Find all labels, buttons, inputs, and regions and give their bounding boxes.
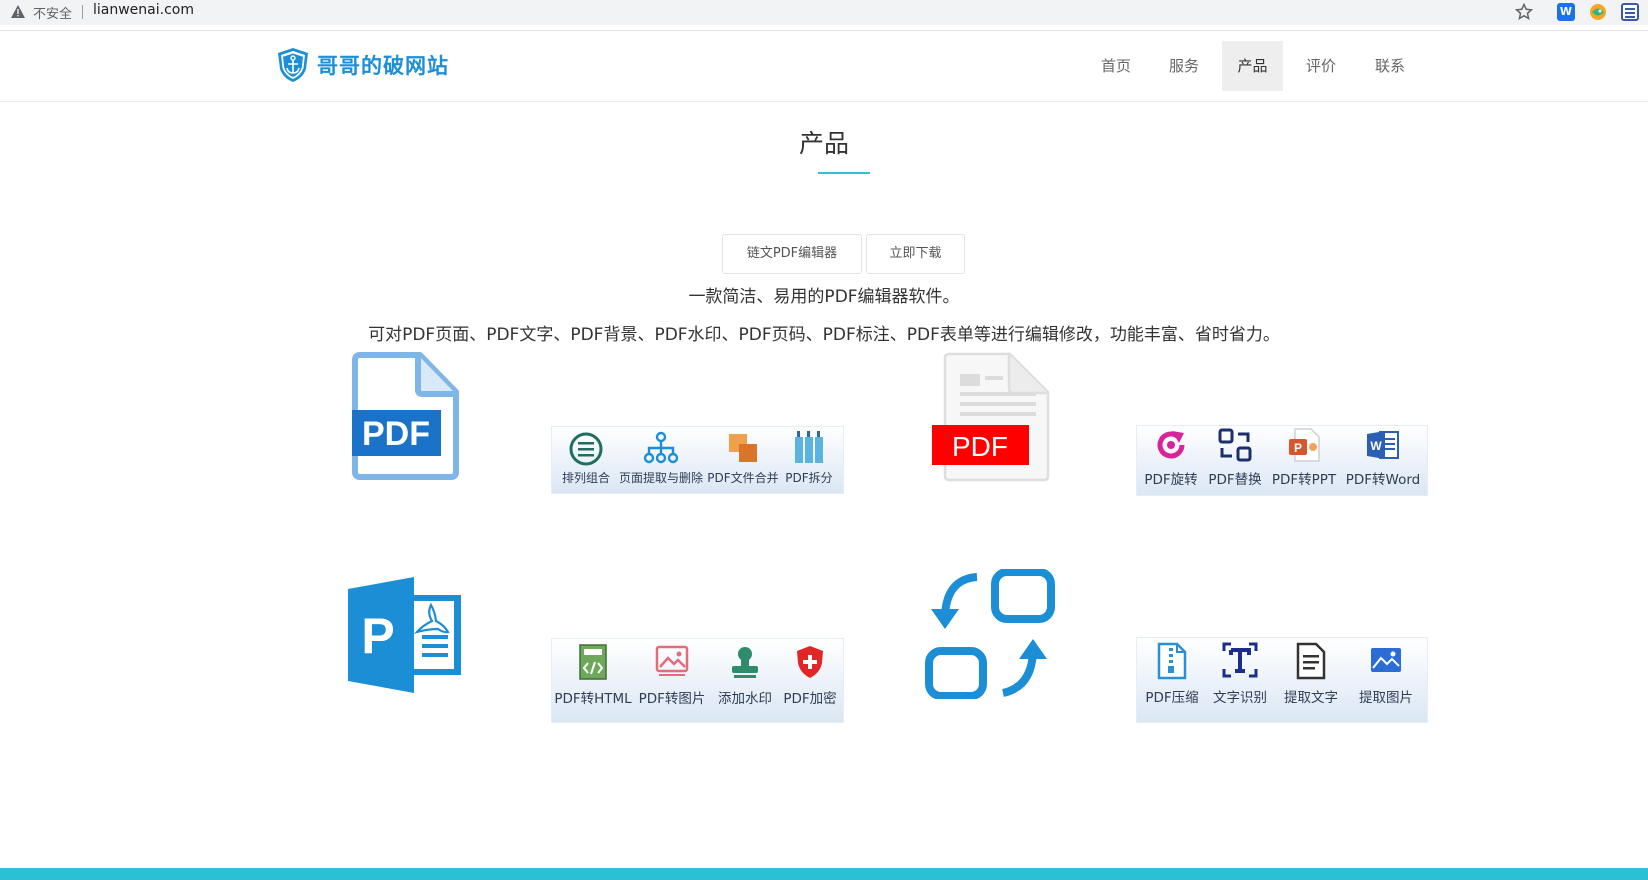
feature-label: PDF压缩 bbox=[1145, 690, 1199, 706]
image-icon bbox=[655, 645, 689, 676]
pdf-file-label: PDF bbox=[362, 415, 430, 453]
ppt-icon: P bbox=[1289, 428, 1320, 462]
feature-label: PDF转HTML bbox=[554, 691, 632, 707]
feature-extract-delete[interactable]: 页面提取与删除 bbox=[616, 427, 706, 493]
pdf-file-icon: PDF bbox=[352, 352, 459, 480]
footer-bar bbox=[0, 868, 1648, 880]
ocr-icon bbox=[1222, 642, 1258, 678]
publisher-app-icon: P bbox=[348, 577, 461, 693]
extension-bird-icon[interactable] bbox=[1589, 3, 1607, 21]
extension-reader-icon[interactable] bbox=[1621, 3, 1639, 21]
feature-split[interactable]: PDF拆分 bbox=[780, 427, 838, 493]
svg-text:W: W bbox=[1370, 439, 1382, 453]
feature-to-image[interactable]: PDF转图片 bbox=[634, 639, 710, 722]
export-tools-panel: PDF转HTML PDF转图片 添加水印 PDF加密 bbox=[551, 638, 844, 723]
convert-tools-panel: PDF旋转 PDF替换 P PDF转PPT W PDF转Word bbox=[1136, 425, 1428, 496]
nav-services[interactable]: 服务 bbox=[1153, 41, 1215, 91]
browser-toolbar: 不安全 lianwenai.com W bbox=[0, 0, 1648, 25]
rotate-icon bbox=[1157, 431, 1185, 459]
feature-label: PDF替换 bbox=[1208, 472, 1262, 488]
page-tools-panel: 排列组合 页面提取与删除 PDF文件合并 PDF拆分 bbox=[551, 426, 844, 494]
feature-to-html[interactable]: PDF转HTML bbox=[554, 639, 632, 722]
split-icon bbox=[795, 431, 823, 463]
feature-label: 页面提取与删除 bbox=[618, 471, 703, 485]
feature-arrange[interactable]: 排列组合 bbox=[556, 427, 616, 493]
feature-add-watermark[interactable]: 添加水印 bbox=[712, 639, 778, 722]
pdf-red-label: PDF bbox=[952, 431, 1008, 462]
tab-download[interactable]: 立即下载 bbox=[866, 234, 965, 274]
feature-encrypt[interactable]: PDF加密 bbox=[778, 639, 842, 722]
tab-pdf-editor[interactable]: 链文PDF编辑器 bbox=[722, 234, 862, 274]
arrange-icon bbox=[569, 432, 603, 466]
feature-to-ppt[interactable]: P PDF转PPT bbox=[1267, 426, 1341, 495]
section-title: 产品 bbox=[798, 129, 849, 158]
feature-merge[interactable]: PDF文件合并 bbox=[707, 427, 779, 493]
merge-icon bbox=[729, 434, 757, 462]
feature-label: 提取图片 bbox=[1359, 690, 1413, 706]
feature-label: 排列组合 bbox=[561, 471, 610, 485]
product-tagline: 一款简洁、易用的PDF编辑器软件。 bbox=[688, 287, 960, 307]
zip-icon bbox=[1157, 642, 1187, 680]
feature-rotate[interactable]: PDF旋转 bbox=[1139, 426, 1203, 495]
feature-compress[interactable]: PDF压缩 bbox=[1139, 638, 1205, 722]
nav-contact[interactable]: 联系 bbox=[1359, 41, 1421, 91]
word-icon: W bbox=[1367, 431, 1399, 459]
site-logo[interactable]: 哥哥的破网站 bbox=[275, 47, 449, 83]
nav-products[interactable]: 产品 bbox=[1222, 41, 1283, 91]
title-underline bbox=[818, 172, 870, 174]
bookmark-star-icon[interactable] bbox=[1515, 3, 1533, 21]
nav-home[interactable]: 首页 bbox=[1085, 41, 1147, 91]
shield-icon bbox=[797, 646, 823, 678]
nav-reviews[interactable]: 评价 bbox=[1290, 41, 1352, 91]
feature-label: PDF转Word bbox=[1345, 472, 1421, 488]
text-doc-icon bbox=[1296, 642, 1326, 680]
url-text[interactable]: lianwenai.com bbox=[93, 2, 194, 18]
feature-label: PDF文件合并 bbox=[707, 471, 779, 485]
feature-label: PDF转图片 bbox=[638, 691, 706, 707]
html-icon bbox=[579, 644, 607, 680]
feature-ocr[interactable]: 文字识别 bbox=[1205, 638, 1275, 722]
site-header: 哥哥的破网站 首页 服务 产品 评价 联系 bbox=[0, 31, 1648, 102]
product-description: 可对PDF页面、PDF文字、PDF背景、PDF水印、PDF页码、PDF标注、PD… bbox=[368, 325, 1280, 345]
feature-label: 添加水印 bbox=[718, 691, 772, 707]
warning-icon[interactable] bbox=[11, 5, 25, 18]
feature-label: 提取文字 bbox=[1284, 690, 1338, 706]
hierarchy-icon bbox=[643, 431, 679, 464]
feature-extract-text[interactable]: 提取文字 bbox=[1275, 638, 1347, 722]
feature-label: PDF旋转 bbox=[1144, 472, 1198, 488]
feature-label: PDF转PPT bbox=[1271, 472, 1337, 488]
pdf-document-icon: PDF bbox=[932, 352, 1050, 482]
stamp-icon bbox=[732, 647, 758, 678]
feature-replace[interactable]: PDF替换 bbox=[1203, 426, 1267, 495]
svg-text:P: P bbox=[1294, 441, 1302, 455]
shield-anchor-logo-icon bbox=[278, 48, 308, 82]
feature-to-word[interactable]: W PDF转Word bbox=[1341, 426, 1425, 495]
logo-text: 哥哥的破网站 bbox=[317, 53, 449, 78]
divider bbox=[82, 5, 83, 19]
replace-icon bbox=[1218, 428, 1252, 462]
address-bar[interactable]: 不安全 lianwenai.com bbox=[0, 0, 1545, 24]
swap-arrows-icon bbox=[925, 569, 1055, 699]
feature-extract-image[interactable]: 提取图片 bbox=[1347, 638, 1425, 722]
feature-label: PDF拆分 bbox=[785, 471, 833, 485]
feature-label: PDF加密 bbox=[783, 691, 837, 707]
feature-label: 文字识别 bbox=[1213, 690, 1267, 706]
security-label[interactable]: 不安全 bbox=[33, 3, 72, 22]
extension-w-icon[interactable]: W bbox=[1557, 3, 1575, 21]
publisher-letter: P bbox=[361, 608, 394, 664]
extract-tools-panel: PDF压缩 文字识别 提取文字 提取图片 bbox=[1136, 637, 1428, 723]
picture-icon bbox=[1371, 648, 1401, 672]
